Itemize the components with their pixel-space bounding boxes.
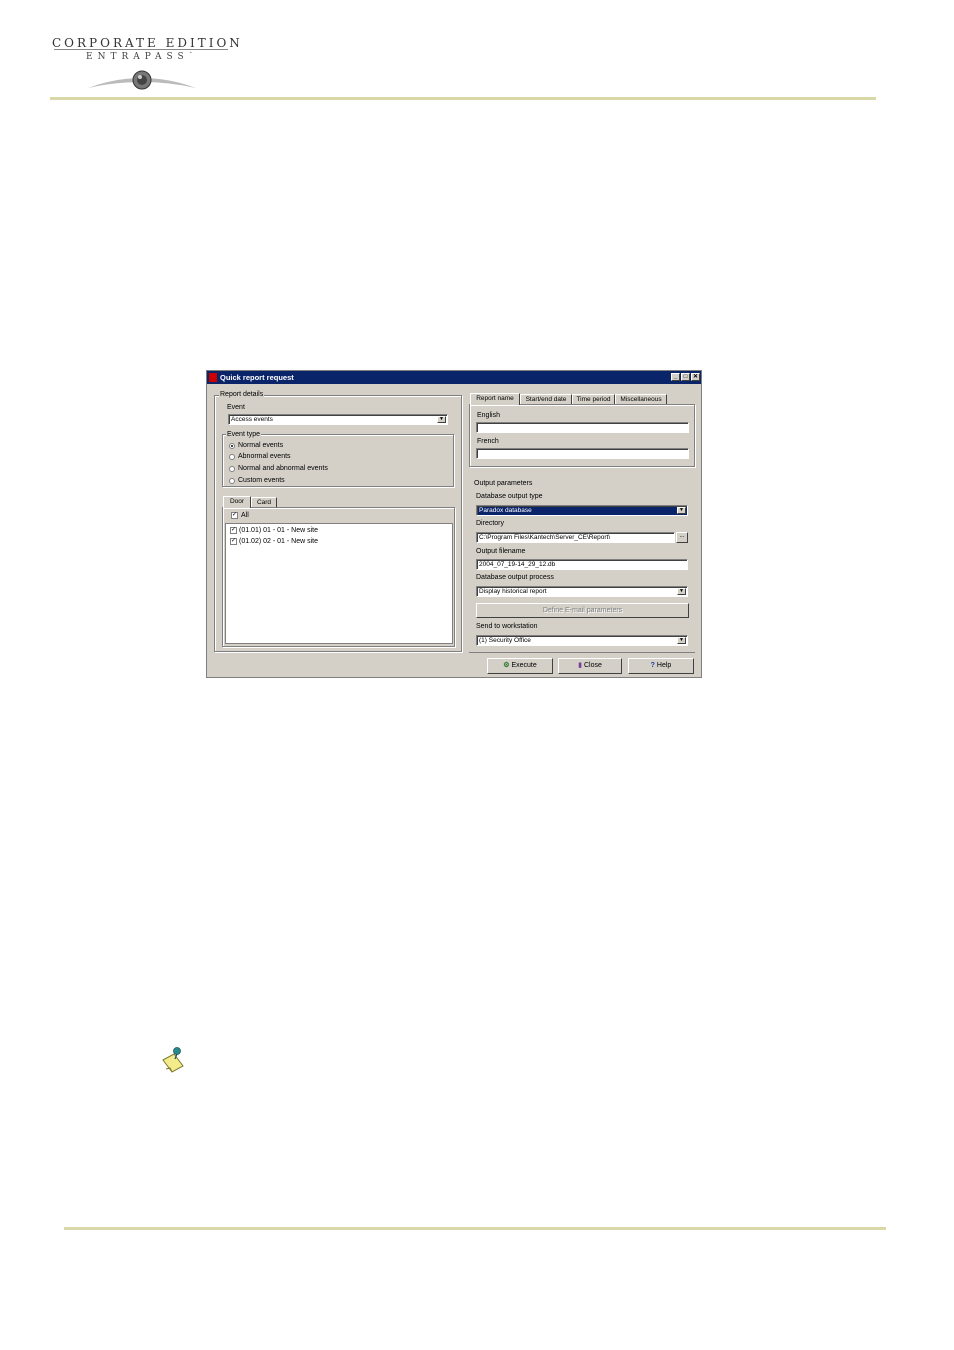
dialog-title: Quick report request [220, 373, 294, 382]
workstation-select[interactable]: (1) Security Office ▼ [476, 635, 688, 646]
header-rule [50, 97, 876, 100]
note-pad-icon [162, 1047, 184, 1073]
radio-normal-abnormal-events[interactable] [229, 466, 235, 472]
directory-input[interactable]: C:\Program Files\Kantech\Server_CE\Repor… [476, 532, 675, 543]
list-item[interactable]: (01.02) 02 - 01 - New site [239, 538, 318, 545]
app-icon [209, 373, 217, 382]
radio-custom-events[interactable] [229, 478, 235, 484]
define-email-button[interactable]: Define E-mail parameters [476, 603, 689, 618]
event-label: Event [227, 404, 245, 411]
db-output-type-value: Paradox database [479, 507, 532, 514]
help-button-label: Help [656, 662, 672, 669]
footer-rule [64, 1227, 886, 1230]
output-parameters-label: Output parameters [474, 480, 533, 487]
chevron-down-icon[interactable]: ▼ [677, 637, 686, 644]
english-name-input[interactable] [476, 422, 689, 433]
event-select-value: Access events [231, 416, 273, 423]
radio-custom-events-label: Custom events [238, 477, 285, 484]
tab-door[interactable]: Door [223, 496, 251, 508]
list-item-checkbox[interactable]: ✓ [230, 527, 237, 534]
logo-title: CORPORATE EDITION [52, 36, 243, 50]
checkbox-all[interactable]: ✓ [231, 512, 238, 519]
maximize-button[interactable]: □ [681, 373, 690, 381]
send-to-workstation-label: Send to workstation [476, 623, 538, 630]
db-output-type-select[interactable]: Paradox database ▼ [476, 505, 688, 516]
output-filename-label: Output filename [476, 548, 526, 555]
footer-divider [469, 652, 695, 653]
event-type-label: Event type [226, 431, 262, 438]
help-button[interactable]: ? Help [628, 658, 694, 674]
minimize-button[interactable]: _ [671, 373, 680, 381]
execute-button-label: Execute [511, 662, 537, 669]
english-label: English [477, 412, 500, 419]
logo-emblem-icon [88, 70, 196, 90]
radio-normal-events[interactable] [229, 443, 235, 449]
french-label: French [477, 438, 499, 445]
list-item-checkbox[interactable]: ✓ [230, 538, 237, 545]
help-icon: ? [650, 662, 655, 669]
chevron-down-icon[interactable]: ▼ [677, 588, 686, 595]
tab-report-name[interactable]: Report name [470, 393, 520, 405]
close-window-button[interactable]: ✕ [691, 373, 700, 381]
list-item[interactable]: (01.01) 01 - 01 - New site [239, 527, 318, 534]
report-details-label: Report details [219, 391, 265, 398]
browse-directory-button[interactable]: ... [676, 532, 688, 543]
output-filename-input[interactable]: 2004_07_19-14_29_12.db [476, 559, 688, 570]
close-button[interactable]: ▮ Close [558, 658, 622, 674]
quick-report-dialog: Quick report request _ □ ✕ Report detail… [206, 370, 702, 678]
radio-abnormal-events-label: Abnormal events [238, 453, 291, 460]
execute-button[interactable]: ⚙ Execute [487, 658, 553, 674]
radio-normal-abnormal-events-label: Normal and abnormal events [238, 465, 328, 472]
radio-normal-events-label: Normal events [238, 442, 284, 449]
directory-label: Directory [476, 520, 505, 527]
execute-icon: ⚙ [503, 662, 510, 669]
door-icon: ▮ [578, 662, 582, 669]
logo-divider [54, 49, 228, 50]
db-output-type-label: Database output type [476, 493, 543, 500]
checkbox-all-label: All [241, 512, 249, 519]
db-output-process-select[interactable]: Display historical report ▼ [476, 586, 688, 597]
radio-abnormal-events[interactable] [229, 454, 235, 460]
db-output-process-value: Display historical report [479, 588, 547, 595]
db-output-process-label: Database output process [476, 574, 554, 581]
chevron-down-icon[interactable]: ▼ [677, 507, 686, 514]
dialog-titlebar: Quick report request _ □ ✕ [207, 371, 701, 384]
chevron-down-icon[interactable]: ▼ [437, 416, 446, 423]
logo-subtitle: ENTRAPASS˙ [86, 52, 199, 62]
close-button-label: Close [583, 662, 602, 669]
event-select[interactable]: Access events ▼ [228, 414, 448, 425]
workstation-value: (1) Security Office [479, 637, 531, 644]
door-list[interactable]: ✓ (01.01) 01 - 01 - New site ✓ (01.02) 0… [225, 523, 453, 644]
french-name-input[interactable] [476, 448, 689, 459]
